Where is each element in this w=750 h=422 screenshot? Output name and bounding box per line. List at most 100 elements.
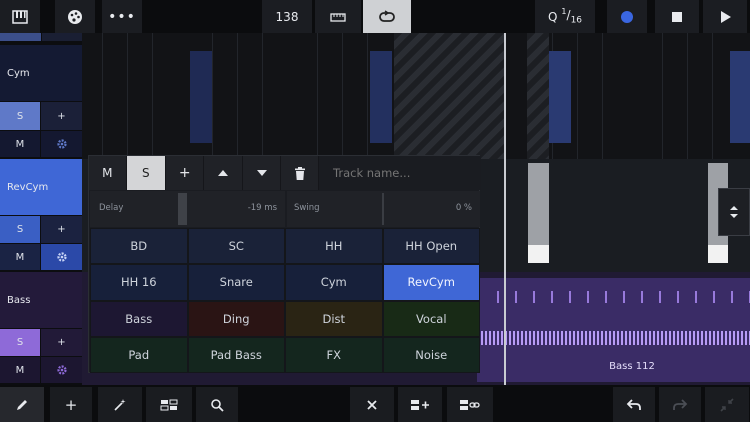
quantize-q: Q <box>547 9 558 24</box>
solo-button-cym[interactable]: S <box>0 102 40 130</box>
piano-button[interactable] <box>0 0 40 33</box>
loop-button[interactable] <box>363 0 411 33</box>
close-button[interactable] <box>350 387 394 422</box>
bass-notes-dense <box>477 331 750 345</box>
playhead[interactable] <box>504 33 506 385</box>
track-settings-popup: M S + Delay -19 ms Swing 0 % BDSCHHHH Op… <box>88 155 482 373</box>
track-name-input[interactable] <box>319 156 482 190</box>
fullscreen-button[interactable] <box>705 387 749 422</box>
gear-icon <box>56 365 67 375</box>
up-down-icon <box>730 206 738 218</box>
quantize-button[interactable]: Q 1/16 <box>535 0 595 33</box>
add-button-bass[interactable]: + <box>41 329 82 356</box>
gear-icon <box>56 252 67 262</box>
instrument-pad[interactable]: Pad <box>90 336 188 373</box>
record-icon <box>621 10 633 23</box>
track-name-cym[interactable]: Cym <box>0 45 82 101</box>
redo-button[interactable] <box>659 387 701 422</box>
swing-slider-handle[interactable] <box>382 193 384 225</box>
popup-solo-button[interactable]: S <box>126 156 166 190</box>
record-button[interactable] <box>607 0 647 33</box>
link-track-button[interactable] <box>447 387 493 422</box>
quantize-num: 1 <box>561 7 567 17</box>
layout-toggle-button[interactable] <box>146 387 192 422</box>
trash-icon <box>294 166 305 180</box>
clip-cym-4[interactable] <box>730 51 750 143</box>
clip-cym-2[interactable] <box>370 51 392 143</box>
instrument-hh-open[interactable]: HH Open <box>382 228 480 265</box>
add-track-icon <box>411 399 429 410</box>
solo-button-bass[interactable]: S <box>0 329 40 356</box>
ruler-icon <box>330 12 346 22</box>
track-header-column: Cym S + M RevCym S + M Bass S + M <box>0 33 82 385</box>
vertical-scroll-handle[interactable] <box>718 188 750 236</box>
triangle-up-icon <box>218 170 229 176</box>
add-tool-button[interactable]: + <box>50 387 92 422</box>
add-track-button[interactable] <box>398 387 442 422</box>
palette-button[interactable] <box>55 0 95 33</box>
settings-button-cym[interactable] <box>41 131 82 157</box>
instrument-hh[interactable]: HH <box>285 228 383 265</box>
pencil-tool-button[interactable] <box>0 387 44 422</box>
search-button[interactable] <box>196 387 238 422</box>
track-name-bass[interactable]: Bass <box>0 272 82 328</box>
clip-revcym-1-tail <box>528 245 549 263</box>
track-partial-add <box>42 33 82 41</box>
instrument-bass[interactable]: Bass <box>90 300 188 337</box>
popup-toolbar: M S + <box>89 156 482 190</box>
clip-cym-1[interactable] <box>190 51 212 143</box>
add-button-revcym[interactable]: + <box>41 216 82 243</box>
instrument-hh-16[interactable]: HH 16 <box>90 264 188 301</box>
bass-clip-label: Bass 112 <box>609 361 655 372</box>
instrument-sc[interactable]: SC <box>187 228 285 265</box>
instrument-grid: BD SC HH HH Open HH 16 Snare Cym RevCym Bass Ding… <box>90 228 480 373</box>
instrument-dist[interactable]: Dist <box>285 300 383 337</box>
add-button-cym[interactable]: + <box>41 102 82 130</box>
metronome-button[interactable] <box>315 0 361 33</box>
move-up-button[interactable] <box>204 156 243 190</box>
stop-button[interactable] <box>655 0 699 33</box>
instrument-cym[interactable]: Cym <box>285 264 383 301</box>
top-bar: ••• 138 Q 1/16 <box>0 0 750 33</box>
popup-add-button[interactable]: + <box>165 156 205 190</box>
move-down-button[interactable] <box>242 156 282 190</box>
clip-cym-3[interactable] <box>549 51 571 143</box>
link-track-icon <box>460 399 480 410</box>
swing-label: Swing <box>294 203 320 213</box>
track-name-revcym[interactable]: RevCym <box>0 159 82 215</box>
mute-button-revcym[interactable]: M <box>0 244 40 270</box>
pencil-icon <box>17 399 27 410</box>
piano-icon <box>12 9 28 24</box>
instrument-vocal[interactable]: Vocal <box>382 300 480 337</box>
play-icon <box>721 10 731 23</box>
settings-button-revcym[interactable] <box>41 244 82 270</box>
more-button[interactable]: ••• <box>102 0 142 33</box>
delay-slider-handle[interactable] <box>178 193 187 225</box>
solo-button-revcym[interactable]: S <box>0 216 40 243</box>
magic-wand-button[interactable] <box>98 387 142 422</box>
magic-wand-icon <box>114 398 126 411</box>
instrument-snare[interactable]: Snare <box>187 264 285 301</box>
play-button[interactable] <box>703 0 747 33</box>
close-icon <box>367 399 377 410</box>
search-icon <box>211 398 224 412</box>
layout-icon <box>160 399 178 410</box>
instrument-revcym[interactable]: RevCym <box>382 264 480 301</box>
swing-slider[interactable]: Swing 0 % <box>287 191 480 227</box>
mute-button-bass[interactable]: M <box>0 357 40 383</box>
undo-button[interactable] <box>613 387 655 422</box>
delay-slider[interactable]: Delay -19 ms <box>90 191 285 227</box>
instrument-fx[interactable]: FX <box>285 336 383 373</box>
tempo-button[interactable]: 138 <box>262 0 312 33</box>
quantize-fraction: 1/16 <box>561 7 583 26</box>
instrument-noise[interactable]: Noise <box>382 336 480 373</box>
instrument-pad-bass[interactable]: Pad Bass <box>187 336 285 373</box>
popup-mute-button[interactable]: M <box>89 156 127 190</box>
instrument-ding[interactable]: Ding <box>187 300 285 337</box>
bottom-bar: + <box>0 385 750 422</box>
settings-button-bass[interactable] <box>41 357 82 383</box>
instrument-bd[interactable]: BD <box>90 228 188 265</box>
delete-track-button[interactable] <box>281 156 320 190</box>
swing-value: 0 % <box>455 203 472 213</box>
mute-button-cym[interactable]: M <box>0 131 40 157</box>
